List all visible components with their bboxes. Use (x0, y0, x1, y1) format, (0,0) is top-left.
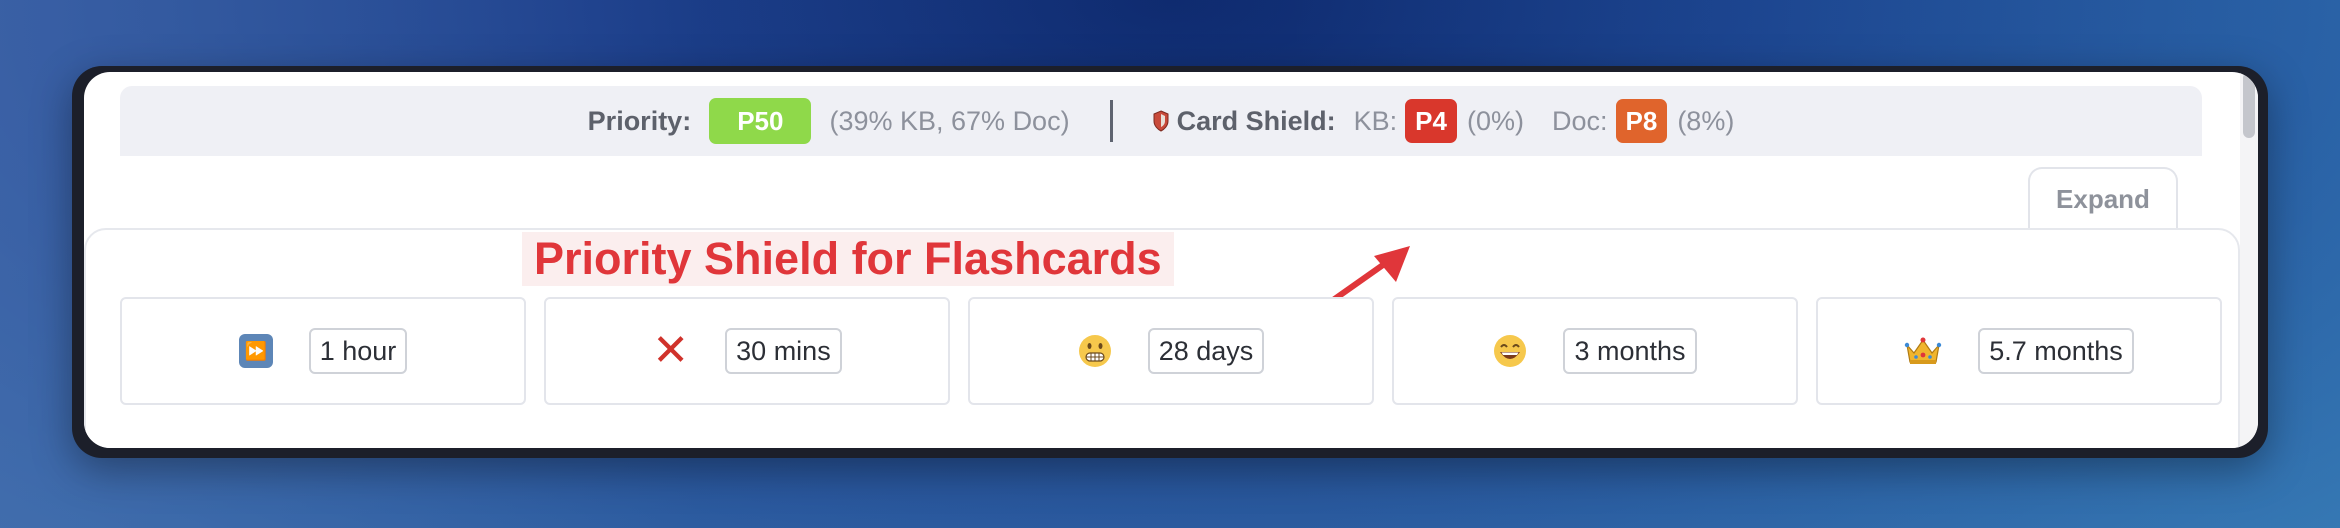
vertical-scrollbar[interactable] (2240, 72, 2258, 448)
answer-button-1[interactable]: ⏩ 1 hour (120, 297, 526, 405)
interval-label: 3 months (1563, 328, 1697, 374)
priority-bar: Priority: P50 (39% KB, 67% Doc) Card Shi… (120, 86, 2202, 156)
priority-badge[interactable]: P50 (709, 98, 812, 144)
interval-label: 28 days (1147, 328, 1265, 374)
doc-label: Doc: (1551, 105, 1608, 136)
interval-label: 30 mins (725, 328, 842, 374)
shield-icon (1153, 110, 1169, 132)
kb-shield-badge[interactable]: P4 (1405, 99, 1457, 143)
grimacing-face-icon (1078, 334, 1112, 368)
card-shield-label: Card Shield: (1176, 105, 1336, 136)
grinning-face-icon (1493, 334, 1527, 368)
fast-forward-icon: ⏩ (238, 334, 273, 368)
answer-button-2[interactable]: ✕ 30 mins (544, 297, 950, 405)
answer-button-4[interactable]: 3 months (1392, 297, 1798, 405)
answer-button-5[interactable]: 5.7 months (1816, 297, 2222, 405)
priority-meta: (39% KB, 67% Doc) (829, 105, 1070, 136)
doc-percent: (8%) (1677, 105, 1735, 136)
cross-mark-icon: ✕ (652, 326, 690, 375)
scrollbar-thumb[interactable] (2243, 72, 2255, 138)
priority-label: Priority: (587, 105, 692, 136)
expand-button[interactable]: Expand (2028, 167, 2178, 229)
interval-label: 5.7 months (1978, 328, 2134, 374)
kb-label: KB: (1353, 105, 1398, 136)
interval-label: 1 hour (308, 328, 408, 374)
divider (1109, 100, 1113, 142)
answer-button-3[interactable]: 28 days (968, 297, 1374, 405)
doc-shield-badge[interactable]: P8 (1615, 99, 1668, 143)
app-window: Priority: P50 (39% KB, 67% Doc) Card Shi… (84, 72, 2258, 448)
annotation-caption: Priority Shield for Flashcards (522, 232, 1174, 286)
crown-icon (1904, 335, 1942, 367)
kb-percent: (0%) (1466, 105, 1524, 136)
